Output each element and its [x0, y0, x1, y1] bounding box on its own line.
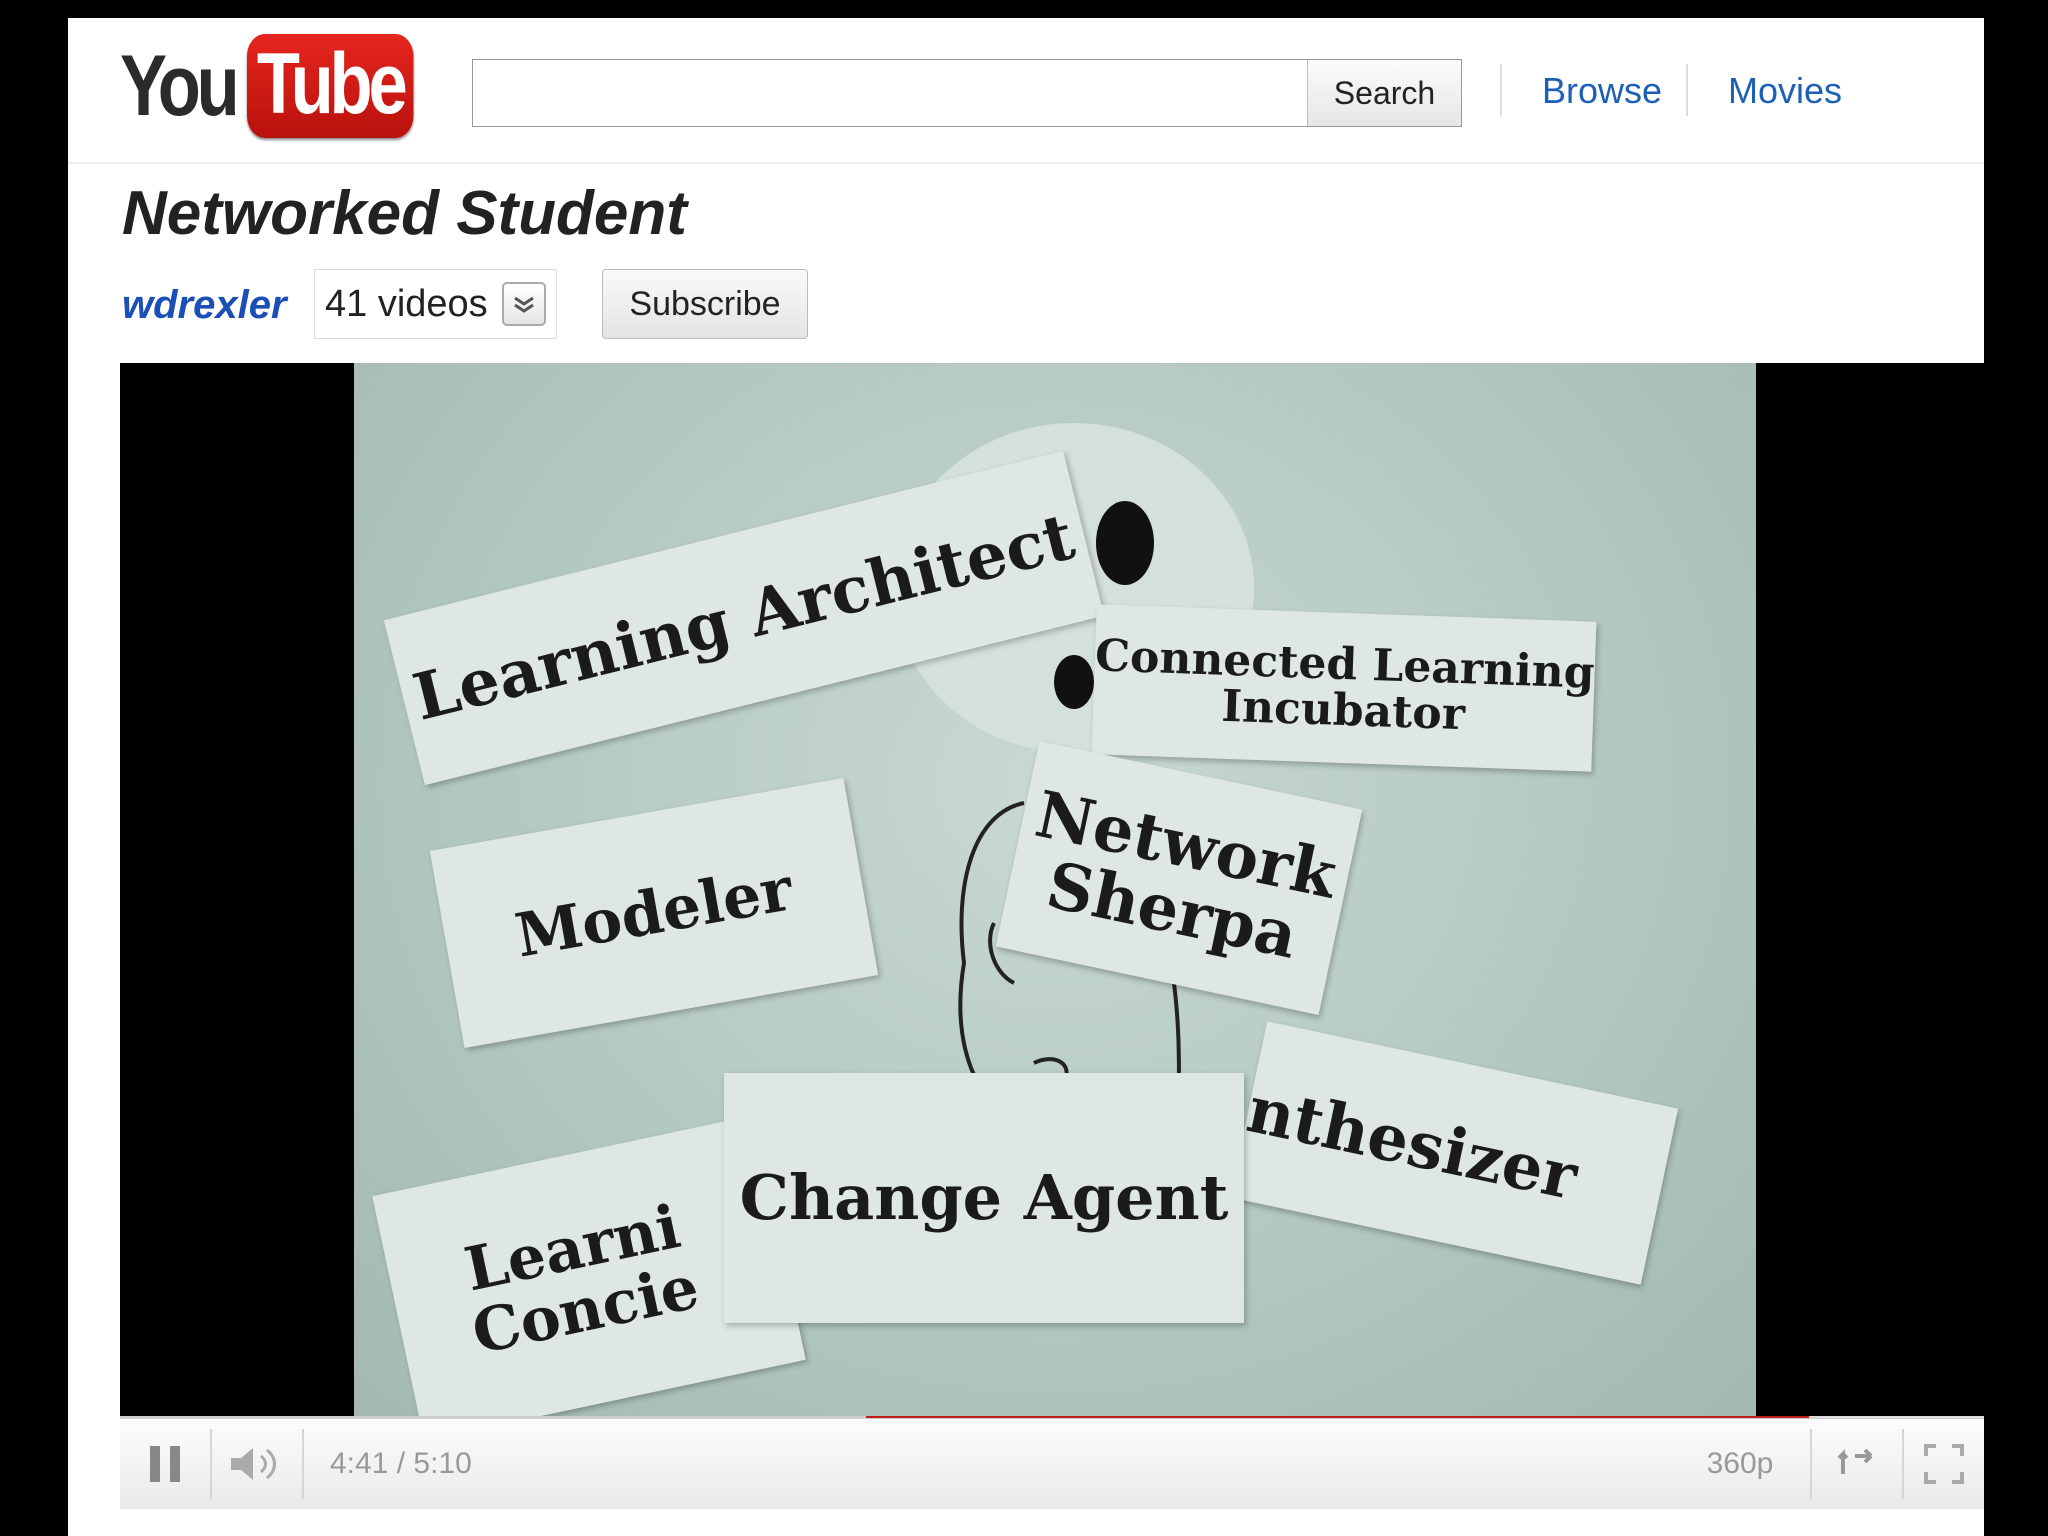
video-title: Networked Student	[122, 179, 687, 248]
volume-icon[interactable]	[212, 1419, 302, 1509]
video-player[interactable]: Learning Architect Connected Learning In…	[120, 363, 1984, 1416]
header-divider	[68, 162, 1984, 164]
drawing-dark-shape	[1096, 501, 1154, 585]
card-change-agent: Change Agent	[724, 1073, 1244, 1323]
card-synthesizer: nthesizer	[1229, 1021, 1679, 1285]
popout-icon[interactable]	[1812, 1419, 1902, 1509]
videos-count-label: 41 videos	[325, 282, 488, 325]
chevron-down-icon[interactable]	[501, 282, 546, 326]
control-divider	[302, 1429, 304, 1499]
time-display: 4:41 / 5:10	[330, 1447, 472, 1480]
logo-tube-text: Tube	[247, 34, 414, 138]
quality-selector[interactable]: 360p	[1680, 1419, 1800, 1509]
video-frame[interactable]: Learning Architect Connected Learning In…	[354, 363, 1756, 1416]
fullscreen-icon[interactable]	[1904, 1419, 1984, 1509]
search-input[interactable]	[473, 60, 1307, 126]
card-modeler: Modeler	[429, 778, 879, 1048]
search-bar: Search	[472, 59, 1462, 127]
youtube-logo[interactable]: You Tube	[120, 34, 450, 138]
player-controls: 4:41 / 5:10 360p	[120, 1418, 1984, 1509]
pause-icon[interactable]	[120, 1419, 210, 1509]
card-connected-learning-incubator: Connected Learning Incubator	[1091, 604, 1597, 772]
subscribe-button[interactable]: Subscribe	[602, 269, 808, 339]
nav-divider	[1686, 64, 1688, 116]
nav-divider	[1500, 64, 1502, 116]
channel-link[interactable]: wdrexler	[122, 283, 287, 328]
page: You Tube Search Browse Movies Networked …	[68, 18, 1984, 1536]
nav-browse-link[interactable]: Browse	[1542, 70, 1662, 112]
videos-count-dropdown[interactable]: 41 videos	[314, 269, 557, 339]
search-button[interactable]: Search	[1307, 60, 1461, 126]
nav-movies-link[interactable]: Movies	[1728, 70, 1842, 112]
logo-you-text: You	[120, 37, 240, 134]
drawing-dark-shape	[1054, 655, 1094, 709]
